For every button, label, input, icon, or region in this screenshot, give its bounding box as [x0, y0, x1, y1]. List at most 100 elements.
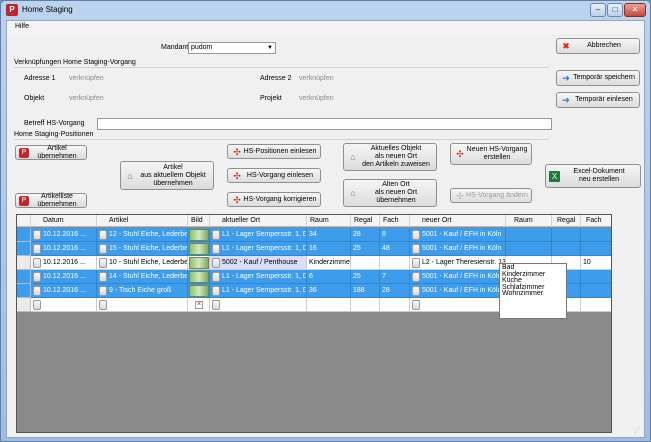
raum-dropdown-list[interactable]: Bad Kinderzimmer Küche Schlafzimmer Wohn… — [499, 263, 567, 319]
artikel-uebernehmen-button[interactable]: P Artikel übernehmen — [15, 145, 87, 160]
row-header[interactable] — [17, 256, 31, 270]
cell-raum[interactable]: 6 — [307, 270, 351, 284]
cell-neuer-ort[interactable]: 5001 - Kauf / EFH in Köln — [410, 284, 506, 298]
dropdown-button[interactable] — [212, 286, 220, 296]
excel-neu-erstellen-button[interactable]: X Excel-Dokument neu erstellen — [545, 164, 641, 188]
maximize-button[interactable]: □ — [607, 3, 623, 17]
cell-raum[interactable]: 36 — [307, 284, 351, 298]
cell-neu-fach[interactable] — [581, 228, 611, 242]
dropdown-button[interactable] — [412, 230, 420, 240]
cell-raum[interactable]: 16 — [307, 242, 351, 256]
dropdown-button[interactable] — [99, 230, 107, 240]
row-header[interactable] — [17, 242, 31, 256]
cell-artikel[interactable] — [97, 298, 188, 312]
dropdown-button[interactable] — [212, 300, 220, 310]
cell-regal[interactable]: 25 — [351, 270, 380, 284]
dropdown-button[interactable] — [99, 258, 107, 268]
cell-neuer-ort[interactable]: L2 - Lager Theresienstr. 13, ... — [410, 256, 506, 270]
dropdown-button[interactable] — [33, 272, 41, 282]
cell-aktueller-ort[interactable]: L1 - Lager Sempersstr. 1, Dre... — [210, 270, 307, 284]
cell-neu-fach[interactable] — [581, 284, 611, 298]
hs-positionen-einlesen-button[interactable]: ✣ HS-Positionen einlesen — [227, 144, 321, 159]
dropdown-button[interactable] — [412, 272, 420, 282]
cell-neuer-ort[interactable]: 5001 - Kauf / EFH in Köln — [410, 242, 506, 256]
cell-aktueller-ort[interactable] — [210, 298, 307, 312]
dropdown-button[interactable] — [212, 230, 220, 240]
neuen-hs-vorgang-button[interactable]: ✣ Neuen HS-Vorgang erstellen — [450, 143, 532, 165]
cell-aktueller-ort[interactable]: 5002 - Kauf / Penthouse — [210, 256, 307, 270]
col-regal[interactable]: Regal — [351, 215, 380, 227]
dropdown-button[interactable] — [412, 300, 420, 310]
cell-neuer-ort[interactable]: 5001 - Kauf / EFH in Köln — [410, 270, 506, 284]
dropdown-button[interactable] — [33, 244, 41, 254]
objekt-link[interactable]: verknüpfen — [69, 95, 104, 102]
cell-raum[interactable] — [307, 298, 351, 312]
cell-fach[interactable]: 7 — [380, 270, 410, 284]
row-header[interactable] — [17, 270, 31, 284]
resize-grip-icon[interactable]: ⋰ — [634, 427, 642, 435]
cell-neu-fach[interactable] — [581, 298, 611, 312]
col-neu-regal[interactable]: Regal — [552, 215, 581, 227]
dropdown-button[interactable] — [33, 258, 41, 268]
cell-artikel[interactable]: 9 - Tisch Eiche groß — [97, 284, 188, 298]
cell-aktueller-ort[interactable]: L1 - Lager Sempersstr. 1, Dre... — [210, 242, 307, 256]
dropdown-button[interactable] — [33, 300, 41, 310]
table-row[interactable]: 10.12.2016 ... 12 - Stuhl Eiche, Lederbe… — [17, 228, 611, 242]
cell-neu-fach[interactable]: 10 — [581, 256, 611, 270]
dropdown-button[interactable] — [412, 286, 420, 296]
dropdown-button[interactable] — [212, 244, 220, 254]
col-datum[interactable]: Datum — [31, 215, 97, 227]
col-aktueller-ort[interactable]: aktueller Ort — [210, 215, 307, 227]
cell-fach[interactable] — [380, 256, 410, 270]
dropdown-button[interactable] — [212, 258, 220, 268]
adresse2-link[interactable]: verknüpfen — [299, 75, 334, 82]
cell-fach[interactable] — [380, 298, 410, 312]
cell-artikel[interactable]: 14 - Stuhl Eiche, Lederbezug — [97, 270, 188, 284]
dropdown-button[interactable] — [99, 244, 107, 254]
cell-neu-fach[interactable] — [581, 270, 611, 284]
col-bild[interactable]: Bild — [188, 215, 210, 227]
cell-regal[interactable] — [351, 298, 380, 312]
aktuelles-objekt-zuweisen-button[interactable]: ⌂ Aktuelles Objekt als neuen Ort den Artik… — [343, 143, 437, 171]
dropdown-option[interactable]: Wohnzimmer — [502, 290, 564, 298]
row-header[interactable] — [17, 284, 31, 298]
dropdown-button[interactable] — [33, 286, 41, 296]
table-row[interactable]: 10.12.2016 ... 15 - Stuhl Eiche, Lederbe… — [17, 242, 611, 256]
col-fach[interactable]: Fach — [380, 215, 410, 227]
abbrechen-button[interactable]: ✖ Abbrechen — [556, 38, 640, 54]
cell-raum[interactable]: Kinderzimmer 1 — [307, 256, 351, 270]
cell-regal[interactable]: 25 — [351, 242, 380, 256]
dropdown-button[interactable] — [99, 272, 107, 282]
cell-neu-raum[interactable] — [506, 228, 552, 242]
row-header[interactable] — [17, 298, 31, 312]
cell-regal[interactable]: 188 — [351, 284, 380, 298]
col-neuer-ort[interactable]: neuer Ort — [410, 215, 506, 227]
cell-aktueller-ort[interactable]: L1 - Lager Sempersstr. 1, Dre... — [210, 284, 307, 298]
cell-fach[interactable]: 48 — [380, 242, 410, 256]
col-artikel[interactable]: Artikel — [97, 215, 188, 227]
cell-neu-fach[interactable] — [581, 242, 611, 256]
hs-vorgang-korrigieren-button[interactable]: ✣ HS-Vorgang korrigieren — [227, 192, 321, 207]
dropdown-button[interactable] — [99, 286, 107, 296]
col-raum[interactable]: Raum — [307, 215, 351, 227]
menu-hilfe[interactable]: Hilfe — [15, 23, 29, 30]
dropdown-button[interactable] — [33, 230, 41, 240]
cell-artikel[interactable]: 15 - Stuhl Eiche, Lederbezug — [97, 242, 188, 256]
cell-neuer-ort[interactable] — [410, 298, 506, 312]
artikelliste-uebernehmen-button[interactable]: P Artikelliste übernehmen — [15, 193, 87, 208]
row-header[interactable] — [17, 228, 31, 242]
mandant-select[interactable]: pudom ▼ — [188, 42, 276, 54]
dropdown-button[interactable] — [412, 244, 420, 254]
cell-neu-regal[interactable] — [552, 242, 581, 256]
dropdown-button[interactable] — [212, 272, 220, 282]
cell-aktueller-ort[interactable]: L1 - Lager Sempersstr. 1, Dre... — [210, 228, 307, 242]
dropdown-button[interactable] — [412, 258, 420, 268]
temp-speichern-button[interactable]: ➔ Temporär speichern — [556, 70, 640, 86]
adresse1-link[interactable]: verknüpfen — [69, 75, 104, 82]
cell-raum[interactable]: 34 — [307, 228, 351, 242]
alten-ort-uebernehmen-button[interactable]: ⌂ Alten Ort als neuen Ort übernehmen — [343, 179, 437, 207]
cell-artikel[interactable]: 10 - Stuhl Eiche, Lederbezug — [97, 256, 188, 270]
artikel-aus-objekt-button[interactable]: ⌂ Artikel aus aktuellem Objekt übernehmen — [120, 161, 214, 190]
cell-neu-regal[interactable] — [552, 228, 581, 242]
cell-neu-raum[interactable] — [506, 242, 552, 256]
